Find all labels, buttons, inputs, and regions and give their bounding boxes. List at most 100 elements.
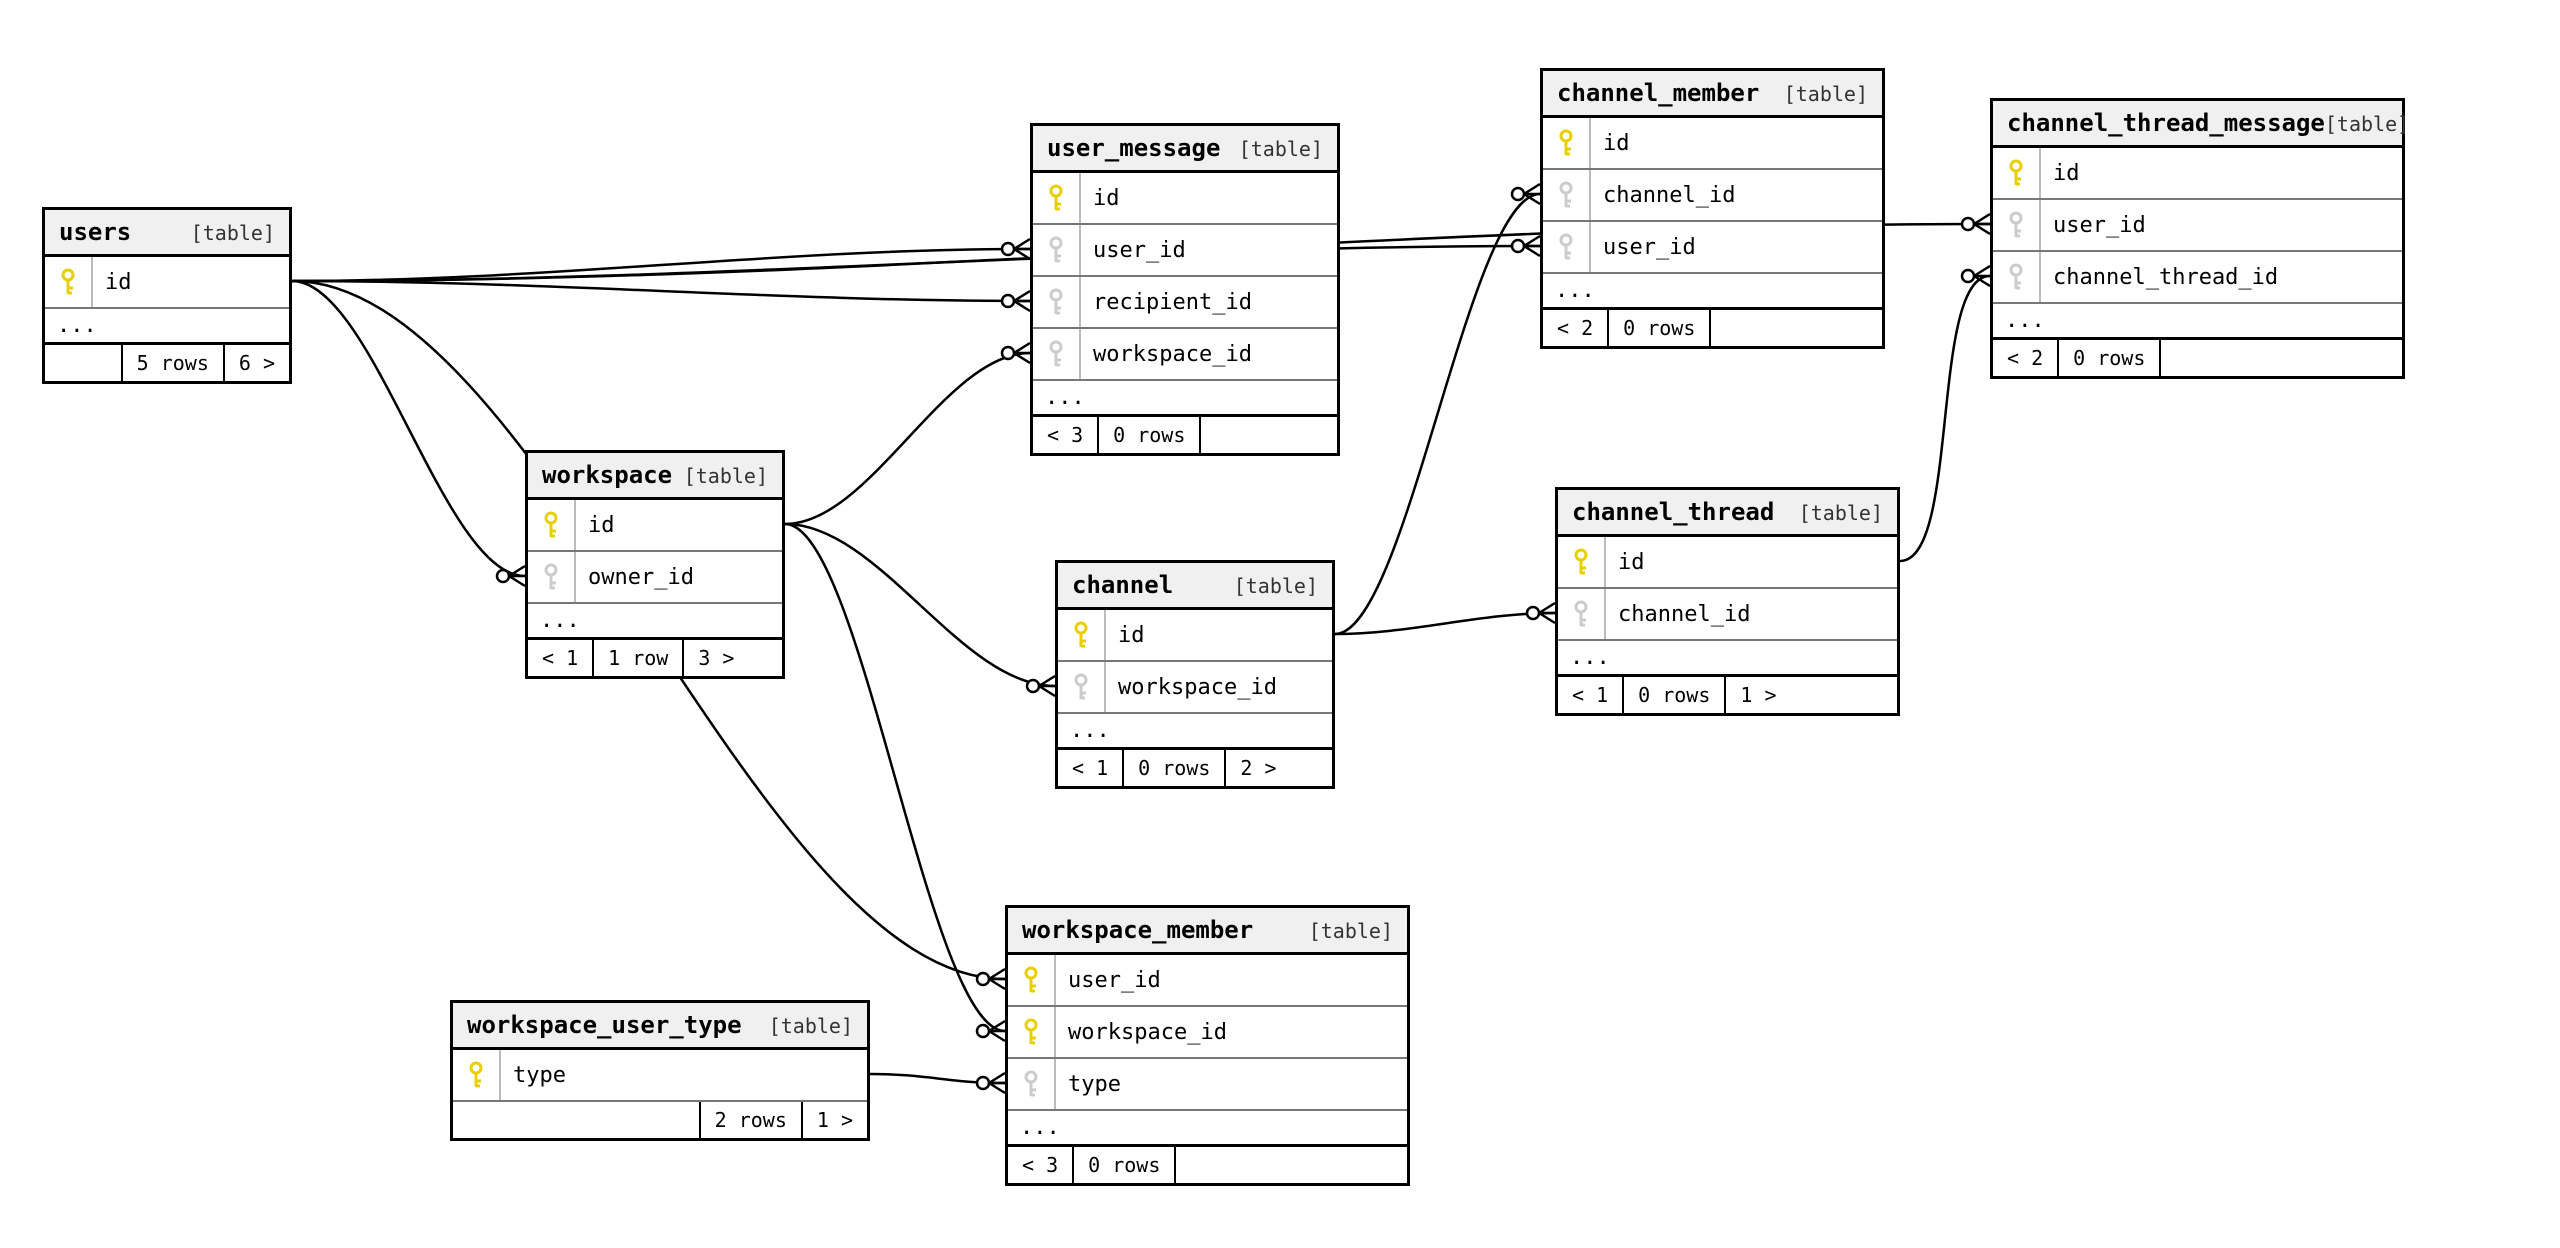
table-footer: 5 rows6 >: [45, 345, 289, 381]
column-row: type: [453, 1050, 867, 1102]
footer-cell: 0 rows: [1124, 750, 1226, 786]
footer-cell: 2 >: [1226, 750, 1290, 786]
column-row: id: [1543, 118, 1882, 170]
column-name: workspace_id: [1106, 675, 1289, 700]
more-indicator: ...: [528, 604, 782, 640]
table-footer: < 10 rows1 >: [1558, 677, 1897, 713]
primary-key-icon: [1073, 621, 1089, 649]
foreign-key-icon: [2008, 263, 2024, 291]
table-footer: < 30 rows: [1008, 1147, 1407, 1183]
table-header: users [table]: [45, 210, 289, 257]
table-footer: < 20 rows: [1993, 340, 2402, 376]
column-name: type: [1056, 1072, 1133, 1097]
column-row: channel_id: [1543, 170, 1882, 222]
column-row: id: [1558, 537, 1897, 589]
column-name: id: [2041, 161, 2092, 186]
table-channel_thread_message[interactable]: channel_thread_message [table] id user_i…: [1990, 98, 2405, 379]
table-footer: 2 rows1 >: [453, 1102, 867, 1138]
foreign-key-icon: [543, 563, 559, 591]
column-name: channel_id: [1591, 183, 1747, 208]
primary-key-icon: [1023, 966, 1039, 994]
footer-cell: < 2: [1993, 340, 2059, 376]
column-name: user_id: [1081, 238, 1198, 263]
column-name: user_id: [1591, 235, 1708, 260]
primary-key-icon: [1558, 129, 1574, 157]
primary-key-icon: [543, 511, 559, 539]
table-header: workspace_member [table]: [1008, 908, 1407, 955]
table-name: channel_thread_message: [2007, 109, 2325, 137]
primary-key-icon: [1048, 184, 1064, 212]
footer-cell: [2161, 340, 2402, 376]
more-indicator: ...: [1543, 274, 1882, 310]
column-row: id: [528, 500, 782, 552]
table-footer: < 11 row3 >: [528, 640, 782, 676]
column-name: type: [501, 1063, 578, 1088]
table-workspace_user_type[interactable]: workspace_user_type [table] type 2 rows1…: [450, 1000, 870, 1141]
column-row: user_id: [1008, 955, 1407, 1007]
column-row: recipient_id: [1033, 277, 1337, 329]
column-name: recipient_id: [1081, 290, 1264, 315]
more-indicator: ...: [1008, 1111, 1407, 1147]
column-row: owner_id: [528, 552, 782, 604]
table-name: users: [59, 218, 131, 246]
table-type-label: [table]: [191, 221, 275, 245]
table-channel_thread[interactable]: channel_thread [table] id channel_id ...…: [1555, 487, 1900, 716]
table-name: workspace_member: [1022, 916, 1253, 944]
more-indicator: ...: [45, 309, 289, 345]
column-row: user_id: [1993, 200, 2402, 252]
footer-cell: 1 row: [594, 640, 684, 676]
column-name: workspace_id: [1056, 1020, 1239, 1045]
footer-cell: 0 rows: [2059, 340, 2161, 376]
table-name: workspace: [542, 461, 672, 489]
primary-key-icon: [1573, 548, 1589, 576]
footer-cell: 1 >: [803, 1102, 867, 1138]
table-name: user_message: [1047, 134, 1220, 162]
primary-key-icon: [468, 1061, 484, 1089]
footer-cell: < 2: [1543, 310, 1609, 346]
table-header: channel_thread [table]: [1558, 490, 1897, 537]
table-header: channel_thread_message [table]: [1993, 101, 2402, 148]
column-row: id: [1993, 148, 2402, 200]
column-row: user_id: [1543, 222, 1882, 274]
footer-cell: 6 >: [225, 345, 289, 381]
footer-cell: [45, 345, 123, 381]
footer-cell: 0 rows: [1609, 310, 1711, 346]
table-type-label: [table]: [1309, 919, 1393, 943]
column-row: id: [1033, 173, 1337, 225]
table-channel_member[interactable]: channel_member [table] id channel_id: [1540, 68, 1885, 349]
table-footer: < 30 rows: [1033, 417, 1337, 453]
table-header: channel_member [table]: [1543, 71, 1882, 118]
foreign-key-icon: [1048, 236, 1064, 264]
foreign-key-icon: [1558, 233, 1574, 261]
table-type-label: [table]: [1799, 501, 1883, 525]
table-workspace_member[interactable]: workspace_member [table] user_id workspa…: [1005, 905, 1410, 1186]
column-name: id: [1106, 623, 1157, 648]
table-name: channel_member: [1557, 79, 1759, 107]
foreign-key-icon: [1023, 1070, 1039, 1098]
table-header: channel [table]: [1058, 563, 1332, 610]
foreign-key-icon: [1073, 673, 1089, 701]
footer-cell: < 1: [1558, 677, 1624, 713]
column-row: user_id: [1033, 225, 1337, 277]
footer-cell: [453, 1102, 701, 1138]
table-workspace[interactable]: workspace [table] id owner_id ...< 11 ro…: [525, 450, 785, 679]
table-type-label: [table]: [769, 1014, 853, 1038]
table-users[interactable]: users [table] id ...5 rows6 >: [42, 207, 292, 384]
table-user_message[interactable]: user_message [table] id user_id: [1030, 123, 1340, 456]
table-header: workspace [table]: [528, 453, 782, 500]
footer-cell: [1711, 310, 1882, 346]
table-name: channel: [1072, 571, 1173, 599]
footer-cell: < 1: [528, 640, 594, 676]
column-row: channel_thread_id: [1993, 252, 2402, 304]
footer-cell: < 3: [1008, 1147, 1074, 1183]
column-row: channel_id: [1558, 589, 1897, 641]
foreign-key-icon: [1558, 181, 1574, 209]
table-footer: < 20 rows: [1543, 310, 1882, 346]
table-type-label: [table]: [1239, 137, 1323, 161]
column-name: owner_id: [576, 565, 706, 590]
column-row: id: [1058, 610, 1332, 662]
table-channel[interactable]: channel [table] id workspace_id ...< 10 …: [1055, 560, 1335, 789]
column-name: id: [1081, 186, 1132, 211]
column-name: channel_id: [1606, 602, 1762, 627]
column-name: id: [93, 270, 144, 295]
